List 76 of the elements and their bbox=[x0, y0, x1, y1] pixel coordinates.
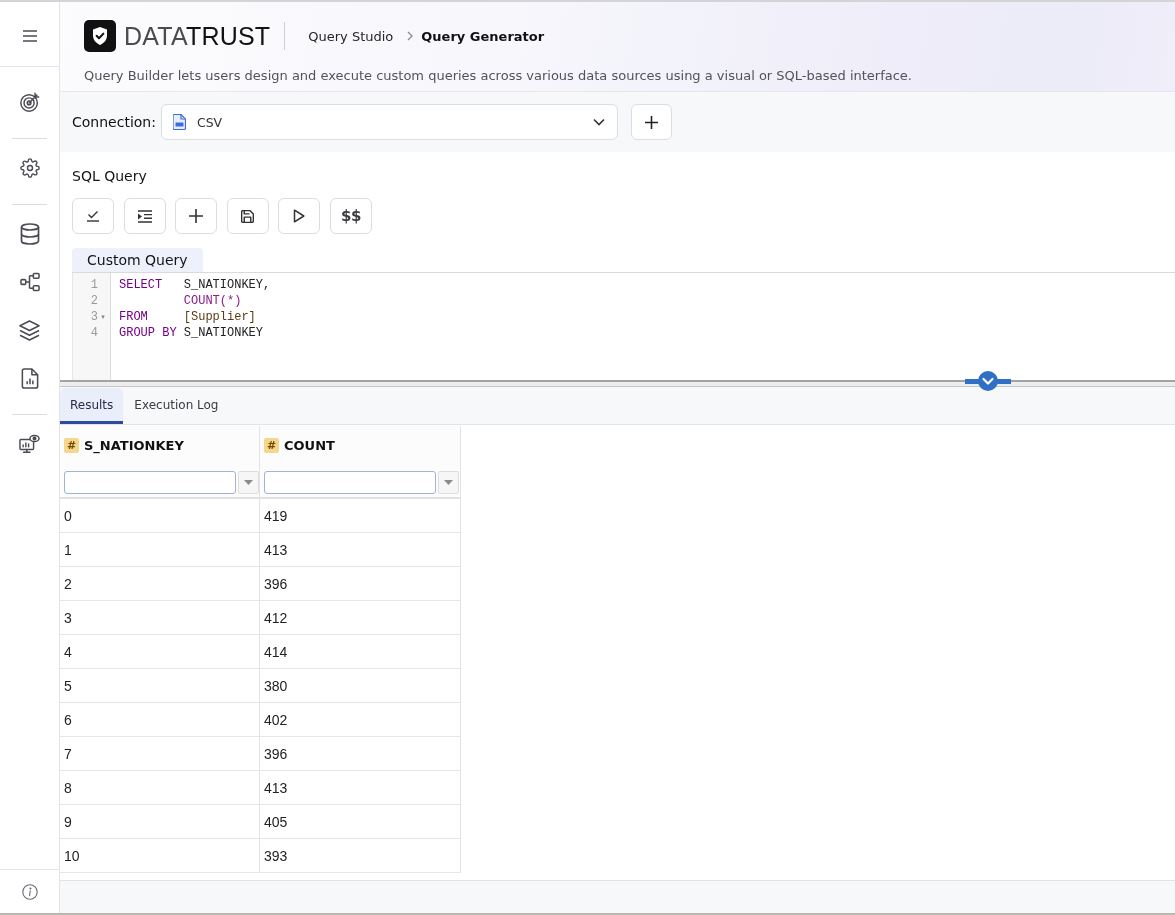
line-number: 4 bbox=[90, 325, 98, 341]
table-cell: 414 bbox=[260, 635, 461, 668]
section-title: SQL Query bbox=[72, 167, 147, 186]
table-cell: 3 bbox=[60, 601, 260, 634]
target-icon[interactable] bbox=[18, 91, 41, 113]
chart-document-icon[interactable] bbox=[20, 367, 39, 389]
table-cell: 5 bbox=[60, 669, 260, 702]
column-name[interactable]: S_NATIONKEY bbox=[84, 437, 184, 453]
caret-down-icon bbox=[444, 480, 453, 485]
table-cell: 9 bbox=[60, 805, 260, 838]
code-line: COUNT(*) bbox=[183, 294, 242, 308]
chevron-right-icon bbox=[407, 31, 414, 41]
table-cell: 419 bbox=[260, 499, 461, 532]
code-line: GROUP BY S_NATIONKEY bbox=[119, 326, 263, 340]
table-cell: 413 bbox=[260, 771, 461, 804]
table-cell: 7 bbox=[60, 737, 260, 770]
line-number: 1 bbox=[90, 277, 98, 293]
type-badge: # bbox=[64, 437, 79, 453]
table-cell: 396 bbox=[260, 737, 461, 770]
type-badge: # bbox=[264, 437, 279, 453]
shield-logo-icon bbox=[84, 20, 116, 52]
table-cell: 405 bbox=[260, 805, 461, 838]
filter-dropdown-button[interactable] bbox=[438, 471, 459, 494]
layers-icon[interactable] bbox=[19, 319, 40, 341]
filter-input[interactable] bbox=[264, 471, 436, 494]
play-icon bbox=[293, 209, 306, 223]
plus-icon bbox=[189, 209, 204, 223]
info-icon[interactable] bbox=[21, 883, 38, 900]
connection-select[interactable]: CSV bbox=[160, 104, 618, 140]
validate-button[interactable] bbox=[72, 198, 114, 234]
page-description: Query Builder lets users design and execute custom queries across various data sources using a visual or SQL-based interface. bbox=[84, 67, 912, 85]
connection-label: Connection: bbox=[72, 114, 156, 130]
database-icon[interactable] bbox=[19, 223, 40, 245]
table-cell: 413 bbox=[260, 533, 461, 566]
code-editor[interactable]: SELECT S_NATIONKEY, COUNT(*) FROM [Supplier] GROUP BY S_NATIONKEY bbox=[111, 273, 1175, 380]
filter-dropdown-button[interactable] bbox=[238, 471, 259, 494]
breadcrumb-link[interactable]: Query Studio bbox=[308, 28, 394, 44]
table-cell: 1 bbox=[60, 533, 260, 566]
table-cell: 2 bbox=[60, 567, 260, 600]
table-cell: 393 bbox=[260, 839, 461, 872]
check-underline-icon bbox=[86, 210, 100, 222]
settings-icon[interactable] bbox=[19, 158, 40, 178]
monitor-eye-icon[interactable] bbox=[19, 434, 40, 454]
filter-input[interactable] bbox=[64, 471, 236, 494]
table-cell: 4 bbox=[60, 635, 260, 668]
caret-down-icon bbox=[244, 480, 253, 485]
menu-icon[interactable] bbox=[21, 28, 38, 43]
results-tab[interactable]: Results bbox=[60, 388, 124, 424]
table-cell: 402 bbox=[260, 703, 461, 736]
indent-icon bbox=[137, 209, 153, 223]
run-button[interactable] bbox=[278, 198, 321, 234]
column-name[interactable]: COUNT bbox=[284, 437, 335, 453]
save-button[interactable] bbox=[226, 198, 269, 234]
hierarchy-icon[interactable] bbox=[19, 272, 40, 292]
editor-tab[interactable]: Custom Query bbox=[72, 248, 203, 272]
breadcrumb-current: Query Generator bbox=[421, 28, 545, 44]
logo-wordmark: DATATRUST bbox=[124, 21, 271, 51]
table-cell: 6 bbox=[60, 703, 260, 736]
table-cell: 10 bbox=[60, 839, 260, 872]
line-number: 3 bbox=[90, 309, 98, 325]
code-line: FROM [Supplier] bbox=[119, 310, 256, 324]
add-button[interactable] bbox=[175, 198, 218, 234]
results-tab[interactable]: Execution Log bbox=[124, 388, 229, 424]
plus-icon bbox=[644, 115, 658, 129]
chevron-down-icon bbox=[592, 118, 605, 126]
table-cell: 380 bbox=[260, 669, 461, 702]
table-cell: 412 bbox=[260, 601, 461, 634]
splitter-bar[interactable] bbox=[60, 380, 1175, 387]
table-cell: 8 bbox=[60, 771, 260, 804]
dollar-button[interactable]: $$ bbox=[329, 198, 372, 234]
table-cell: 0 bbox=[60, 499, 260, 532]
table-cell: 396 bbox=[260, 567, 461, 600]
code-line: SELECT S_NATIONKEY, bbox=[119, 278, 271, 292]
file-icon bbox=[172, 114, 186, 130]
line-number: 2 bbox=[90, 293, 98, 309]
indent-button[interactable] bbox=[123, 198, 166, 234]
